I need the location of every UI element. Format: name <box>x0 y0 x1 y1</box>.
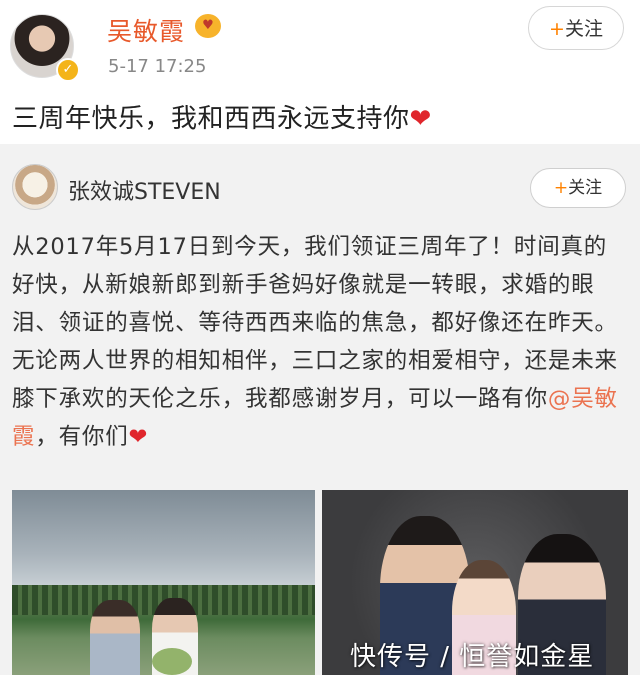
repost-text: 从2017年5月17日到今天，我们领证三周年了！时间真的好快，从新娘新郎到新手爸… <box>12 228 624 456</box>
verified-badge-icon: ✓ <box>56 58 80 82</box>
heart-icon: ❤ <box>128 424 149 450</box>
reposted-card[interactable]: 张效诚STEVEN +关注 从2017年5月17日到今天，我们领证三周年了！时间… <box>0 144 640 675</box>
post-time: 5-17 17:25 <box>108 56 207 77</box>
repost-text-body: 从2017年5月17日到今天，我们领证三周年了！时间真的好快，从新娘新郎到新手爸… <box>12 234 618 412</box>
author-name[interactable]: 吴敏霞 <box>107 12 185 48</box>
main-post: ✓ 吴敏霞 ♥ 5-17 17:25 +关注 三周年快乐，我和西西永远支持你❤ <box>0 0 640 140</box>
repost-author-name[interactable]: 张效诚STEVEN <box>68 174 221 206</box>
heart-icon: ❤ <box>409 104 432 134</box>
watermark-text: 快传号 / 恒誉如金星 <box>350 642 595 672</box>
plus-icon: + <box>549 18 565 40</box>
repost-author-avatar[interactable] <box>12 164 58 210</box>
follow-button[interactable]: +关注 <box>528 6 624 50</box>
bouquet <box>152 648 192 675</box>
groom-figure <box>90 600 140 675</box>
post-text-body: 三周年快乐，我和西西永远支持你 <box>12 104 410 134</box>
post-text: 三周年快乐，我和西西永远支持你❤ <box>12 98 432 135</box>
follow-label: 关注 <box>564 18 603 40</box>
member-badge-icon[interactable]: ♥ <box>195 14 221 38</box>
plus-icon: + <box>553 178 569 198</box>
follow-label: 关注 <box>568 178 603 198</box>
repost-follow-button[interactable]: +关注 <box>530 168 626 208</box>
repost-text-tail: ，有你们 <box>35 424 129 450</box>
wedding-photo[interactable] <box>12 490 315 675</box>
